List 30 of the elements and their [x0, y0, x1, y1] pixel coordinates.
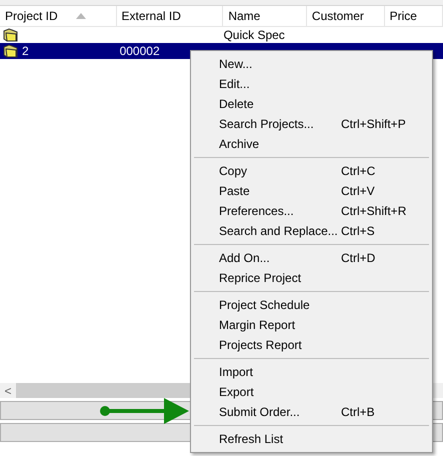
menu-item[interactable]: Export	[193, 382, 430, 402]
menu-item[interactable]: Refresh List	[193, 429, 430, 449]
menu-item[interactable]: Archive	[193, 134, 430, 154]
menu-item[interactable]: Project Schedule	[193, 295, 430, 315]
folder-icon	[3, 28, 19, 42]
column-header[interactable]: Customer	[306, 6, 385, 26]
menu-item[interactable]: Add On... Ctrl+D	[193, 248, 430, 268]
table-cell: 000002	[120, 44, 160, 58]
menu-item[interactable]: Search Projects... Ctrl+Shift+P	[193, 114, 430, 134]
menu-item[interactable]: Edit...	[193, 74, 430, 94]
menu-item[interactable]: Submit Order... Ctrl+B	[193, 402, 430, 422]
menu-item[interactable]: Delete	[193, 94, 430, 114]
menu-item[interactable]: Preferences... Ctrl+Shift+R	[193, 201, 430, 221]
menu-item[interactable]: Margin Report	[193, 315, 430, 335]
menu-item[interactable]: Copy Ctrl+C	[193, 161, 430, 181]
menu-item[interactable]: Reprice Project	[193, 268, 430, 288]
folder-icon	[3, 44, 19, 58]
column-header[interactable]: Price	[384, 6, 443, 26]
table-row[interactable]: Quick Spec	[0, 27, 443, 43]
column-header[interactable]: Project ID	[0, 6, 117, 26]
menu-item[interactable]: Search and Replace... Ctrl+S	[193, 221, 430, 241]
column-header[interactable]: Name	[223, 6, 307, 26]
column-header[interactable]: External ID	[116, 6, 224, 26]
menu-item[interactable]: New...	[193, 54, 430, 74]
menu-item[interactable]: Import	[193, 362, 430, 382]
table-cell: 2	[22, 44, 29, 58]
menu-item[interactable]: Projects Report	[193, 335, 430, 355]
table-cell: Quick Spec	[223, 28, 285, 42]
scroll-left-arrow[interactable]: <	[0, 384, 16, 398]
menu-item[interactable]: Paste Ctrl+V	[193, 181, 430, 201]
